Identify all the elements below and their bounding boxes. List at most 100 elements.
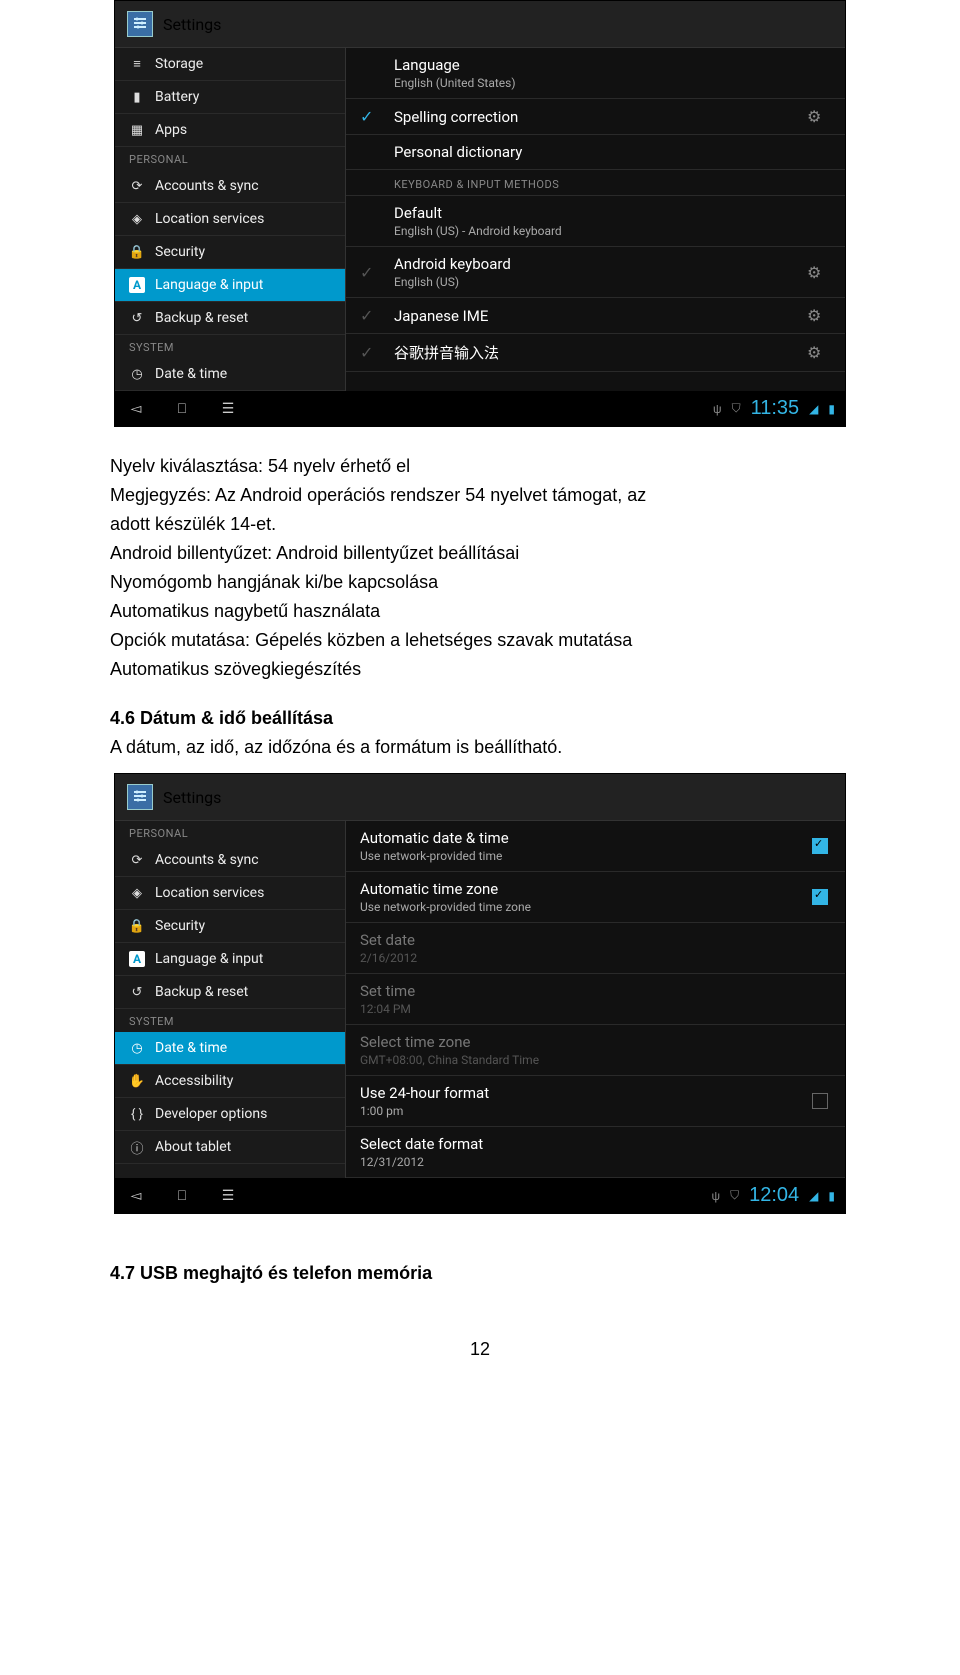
- backup-icon: ↺: [129, 310, 145, 326]
- row-title: Use 24-hour format: [360, 1084, 797, 1102]
- backup-icon: ↺: [129, 984, 145, 1000]
- settings-row[interactable]: ✓Android keyboardEnglish (US)⚙: [346, 247, 845, 298]
- settings-date-time-screenshot: Settings PERSONAL⟳Accounts & sync◈Locati…: [114, 773, 846, 1214]
- recent-button[interactable]: ☰: [217, 402, 239, 416]
- sidebar-item[interactable]: ▦Apps: [115, 114, 345, 147]
- debug-icon: ⛉: [732, 401, 741, 416]
- row-subtitle: English (US) - Android keyboard: [394, 224, 831, 238]
- content-panel: Automatic date & timeUse network-provide…: [346, 821, 845, 1178]
- sidebar-section-header: SYSTEM: [115, 1009, 345, 1032]
- sidebar-item[interactable]: ⟳Accounts & sync: [115, 170, 345, 203]
- settings-row[interactable]: ✓Spelling correction⚙: [346, 99, 845, 135]
- sidebar-item[interactable]: ◈ Location services: [115, 203, 345, 236]
- sidebar-item[interactable]: A Language & input: [115, 943, 345, 976]
- row-title: Set time: [360, 982, 831, 1000]
- settings-slider-icon[interactable]: ⚙: [807, 263, 831, 282]
- sidebar-item[interactable]: ≡Storage: [115, 48, 345, 81]
- sidebar-item[interactable]: ✋Accessibility: [115, 1065, 345, 1098]
- doc-line: A dátum, az idő, az időzóna és a formátu…: [110, 734, 850, 761]
- sidebar-section-header: PERSONAL: [115, 147, 345, 170]
- settings-slider-icon[interactable]: ⚙: [807, 107, 831, 126]
- sidebar-item-label: Language & input: [155, 951, 263, 967]
- sidebar-item[interactable]: ◷Date & time: [115, 358, 345, 391]
- system-navbar: ◅ ⎕ ☰ ψ ⛉ 12:04 ◢ ▮: [115, 1178, 845, 1213]
- sidebar-item[interactable]: 🔒Security: [115, 910, 345, 943]
- sidebar-item[interactable]: ◈Location services: [115, 877, 345, 910]
- content-panel: LanguageEnglish (United States)✓Spelling…: [346, 48, 845, 391]
- row-subtitle: 1:00 pm: [360, 1104, 797, 1118]
- settings-icon: [127, 11, 153, 37]
- title-text: Settings: [163, 15, 221, 34]
- sidebar-item-label: Developer options: [155, 1106, 267, 1122]
- section-4-7-title: 4.7 USB meghajtó és telefon memória: [110, 1260, 850, 1287]
- doc-line: Android billentyűzet: Android billentyűz…: [110, 540, 850, 567]
- settings-row[interactable]: ✓谷歌拼音输入法⚙: [346, 334, 845, 372]
- sidebar-item[interactable]: ⟳Accounts & sync: [115, 844, 345, 877]
- language-icon: A: [129, 951, 145, 967]
- settings-row[interactable]: Automatic date & timeUse network-provide…: [346, 821, 845, 872]
- back-button[interactable]: ◅: [125, 1189, 147, 1203]
- sidebar-item[interactable]: ⓘ About tablet: [115, 1131, 345, 1164]
- sidebar: ≡Storage▮Battery▦AppsPERSONAL⟳Accounts &…: [115, 48, 346, 391]
- sidebar-item-label: About tablet: [155, 1139, 231, 1155]
- row-subtitle: 12:04 PM: [360, 1002, 831, 1016]
- row-title: 谷歌拼音输入法: [394, 342, 795, 363]
- settings-slider-icon[interactable]: ⚙: [807, 306, 831, 325]
- sidebar-item[interactable]: 🔒Security: [115, 236, 345, 269]
- sidebar-item[interactable]: ↺Backup & reset: [115, 976, 345, 1009]
- row-title: Personal dictionary: [394, 143, 831, 161]
- sidebar-item[interactable]: { }Developer options: [115, 1098, 345, 1131]
- content-section-header: KEYBOARD & INPUT METHODS: [346, 170, 845, 196]
- doc-line: Nyomógomb hangjának ki/be kapcsolása: [110, 569, 850, 596]
- info-icon: ⓘ: [129, 1139, 145, 1155]
- row-title: Default: [394, 204, 831, 222]
- battery-icon: ▮: [828, 1189, 835, 1203]
- checkbox[interactable]: [809, 1093, 831, 1109]
- document-body: 4.7 USB meghajtó és telefon memória: [0, 1214, 960, 1299]
- check-icon: ✓: [360, 306, 382, 325]
- sidebar-item-label: Date & time: [155, 1040, 227, 1056]
- settings-row[interactable]: Personal dictionary: [346, 135, 845, 170]
- settings-row: Select time zoneGMT+08:00, China Standar…: [346, 1025, 845, 1076]
- hand-icon: ✋: [129, 1073, 145, 1089]
- sidebar-item-label: Date & time: [155, 366, 227, 382]
- row-title: Automatic date & time: [360, 829, 797, 847]
- location-icon: ◈: [129, 211, 145, 227]
- settings-row[interactable]: Select date format12/31/2012: [346, 1127, 845, 1178]
- sidebar-item-label: Location services: [155, 211, 264, 227]
- document-body: Nyelv kiválasztása: 54 nyelv érhető el M…: [0, 427, 960, 773]
- back-button[interactable]: ◅: [125, 402, 147, 416]
- sidebar-item[interactable]: ALanguage & input: [115, 269, 345, 302]
- sidebar-item[interactable]: ▮Battery: [115, 81, 345, 114]
- checkbox[interactable]: [809, 838, 831, 854]
- sync-icon: ⟳: [129, 178, 145, 194]
- sidebar-item-label: Battery: [155, 89, 199, 105]
- row-title: Android keyboard: [394, 255, 795, 273]
- settings-slider-icon[interactable]: ⚙: [807, 343, 831, 362]
- storage-icon: ≡: [129, 56, 145, 72]
- sidebar-item-label: Backup & reset: [155, 310, 248, 326]
- row-title: Set date: [360, 931, 831, 949]
- page-number: 12: [0, 1339, 960, 1360]
- settings-row[interactable]: Use 24-hour format 1:00 pm: [346, 1076, 845, 1127]
- home-button[interactable]: ⎕: [171, 1189, 193, 1203]
- checkbox[interactable]: [809, 889, 831, 905]
- debug-icon: ⛉: [730, 1188, 739, 1203]
- row-subtitle: English (United States): [394, 76, 831, 90]
- wifi-icon: ◢: [809, 402, 818, 416]
- recent-button[interactable]: ☰: [217, 1189, 239, 1203]
- sidebar-item[interactable]: ◷ Date & time: [115, 1032, 345, 1065]
- language-icon: A: [129, 277, 145, 293]
- check-icon: ✓: [360, 107, 382, 126]
- settings-row[interactable]: LanguageEnglish (United States): [346, 48, 845, 99]
- home-button[interactable]: ⎕: [171, 402, 193, 416]
- title-text: Settings: [163, 788, 221, 807]
- settings-row[interactable]: ✓ Japanese IME ⚙: [346, 298, 845, 334]
- settings-row[interactable]: Automatic time zoneUse network-provided …: [346, 872, 845, 923]
- sidebar-item[interactable]: ↺ Backup & reset: [115, 302, 345, 335]
- doc-line: Nyelv kiválasztása: 54 nyelv érhető el: [110, 453, 850, 480]
- row-title: Japanese IME: [394, 307, 795, 325]
- settings-row[interactable]: Default English (US) - Android keyboard: [346, 196, 845, 247]
- sidebar-item-label: Accounts & sync: [155, 852, 259, 868]
- clock-icon: ◷: [129, 1040, 145, 1056]
